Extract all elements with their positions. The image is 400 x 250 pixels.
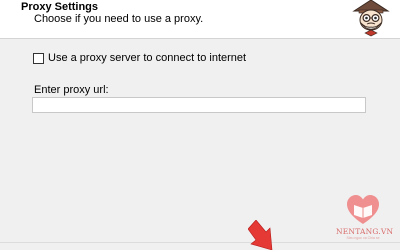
- footer-divider: [0, 242, 400, 243]
- proxy-url-label: Enter proxy url:: [34, 84, 109, 96]
- watermark-tagline: Sieu ngoc va Chia se: [346, 236, 380, 240]
- use-proxy-option[interactable]: Use a proxy server to connect to interne…: [33, 51, 246, 65]
- red-arrow-pointer-icon: [247, 219, 278, 250]
- wizard-content: Use a proxy server to connect to interne…: [0, 39, 400, 250]
- nentang-watermark: NENTANG.VN Sieu ngoc va Chia se: [336, 194, 394, 241]
- cartoon-mascot-logo-icon: [350, 0, 392, 38]
- proxy-url-input[interactable]: [32, 97, 366, 113]
- heart-book-logo-icon: [347, 195, 379, 224]
- wizard-header: Proxy Settings Choose if you need to use…: [0, 0, 400, 39]
- proxy-settings-window: Proxy Settings Choose if you need to use…: [0, 0, 400, 250]
- page-subtitle: Choose if you need to use a proxy.: [34, 13, 204, 25]
- use-proxy-checkbox[interactable]: [33, 52, 44, 64]
- use-proxy-label[interactable]: Use a proxy server to connect to interne…: [48, 52, 246, 65]
- watermark-brand: NENTANG.VN: [336, 227, 394, 236]
